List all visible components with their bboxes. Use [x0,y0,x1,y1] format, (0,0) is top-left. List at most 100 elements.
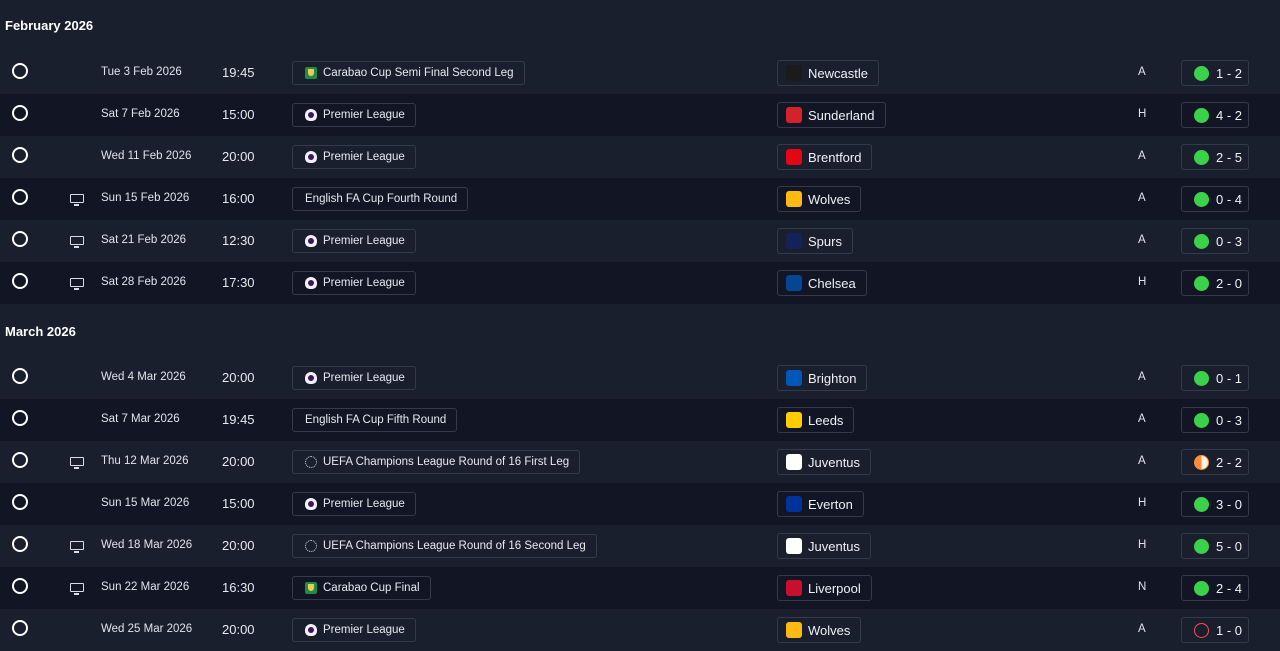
opponent-button[interactable]: Leeds [777,407,855,433]
venue: H [1138,276,1147,288]
fixture-time: 17:30 [222,275,255,290]
premier-league-icon [305,109,317,121]
result-draw-icon [1194,454,1209,470]
status-circle-icon[interactable] [12,273,28,289]
status-circle-icon[interactable] [12,368,28,384]
fixture-date: Wed 18 Mar 2026 [101,539,193,551]
venue: A [1138,455,1146,467]
competition-badge[interactable]: UEFA Champions League Round of 16 Second… [292,534,597,558]
carabao-cup-icon [305,67,317,79]
status-circle-icon[interactable] [12,536,28,552]
fixture-time: 19:45 [222,65,255,80]
venue: A [1138,413,1146,425]
opponent-button[interactable]: Liverpool [777,575,872,601]
result-button[interactable]: 1 - 0 [1181,617,1249,643]
competition-badge[interactable]: Premier League [292,229,416,253]
premier-league-icon [305,372,317,384]
tv-icon [70,541,84,553]
fixture-date: Sat 21 Feb 2026 [101,234,187,246]
result-button[interactable]: 5 - 0 [1181,533,1249,559]
fixture-row[interactable]: Sun 15 Feb 2026 16:00 English FA Cup Fourt… [0,178,1280,220]
fixture-time: 15:00 [222,107,255,122]
fixture-row[interactable]: Tue 3 Feb 2026 19:45 Carabao Cup Semi Fina… [0,52,1280,94]
score: 0 - 3 [1216,233,1243,249]
competition-badge[interactable]: Premier League [292,366,416,390]
result-button[interactable]: 2 - 5 [1181,144,1249,170]
result-win-icon [1194,580,1209,596]
opponent-button[interactable]: Chelsea [777,270,867,296]
opponent-button[interactable]: Brentford [777,144,873,170]
status-circle-icon[interactable] [12,63,28,79]
opponent-name: Liverpool [808,580,861,596]
competition-badge[interactable]: Premier League [292,145,416,169]
competition-badge[interactable]: English FA Cup Fifth Round [292,408,458,432]
fixture-row[interactable]: Sat 21 Feb 2026 12:30 Premier League Spurs… [0,220,1280,262]
opponent-button[interactable]: Everton [777,491,864,517]
fixture-row[interactable]: Wed 25 Mar 2026 20:00 Premier League Wolve… [0,609,1280,651]
competition-badge[interactable]: Carabao Cup Final [292,576,431,600]
opponent-button[interactable]: Wolves [777,186,862,212]
result-win-icon [1194,149,1209,165]
opponent-button[interactable]: Newcastle [777,60,879,86]
competition-badge[interactable]: Premier League [292,492,416,516]
fixture-row[interactable]: Sat 7 Mar 2026 19:45 English FA Cup Fifth … [0,399,1280,441]
competition-badge[interactable]: Premier League [292,271,416,295]
fixture-date: Wed 4 Mar 2026 [101,371,186,383]
result-button[interactable]: 0 - 3 [1181,228,1249,254]
venue: A [1138,150,1146,162]
result-button[interactable]: 0 - 3 [1181,407,1249,433]
result-button[interactable]: 0 - 4 [1181,186,1249,212]
fixture-time: 20:00 [222,454,255,469]
result-button[interactable]: 0 - 1 [1181,365,1249,391]
competition-name: Premier League [323,498,405,510]
venue: A [1138,623,1146,635]
competition-badge[interactable]: UEFA Champions League Round of 16 First … [292,450,581,474]
result-button[interactable]: 1 - 2 [1181,60,1249,86]
status-circle-icon[interactable] [12,231,28,247]
competition-badge[interactable]: Premier League [292,103,416,127]
club-crest-icon [786,370,802,386]
opponent-button[interactable]: Juventus [777,449,872,475]
status-circle-icon[interactable] [12,189,28,205]
opponent-button[interactable]: Spurs [777,228,853,254]
opponent-name: Chelsea [808,275,856,291]
score: 1 - 2 [1216,65,1243,81]
fixture-row[interactable]: Sat 28 Feb 2026 17:30 Premier League Chels… [0,262,1280,304]
status-circle-icon[interactable] [12,578,28,594]
status-circle-icon[interactable] [12,494,28,510]
venue: H [1138,497,1147,509]
fixture-row[interactable]: Wed 11 Feb 2026 20:00 Premier League Brent… [0,136,1280,178]
fixture-row[interactable]: Sat 7 Feb 2026 15:00 Premier League Sunder… [0,94,1280,136]
competition-badge[interactable]: English FA Cup Fourth Round [292,187,469,211]
competition-badge[interactable]: Premier League [292,618,416,642]
fixture-row[interactable]: Sun 22 Mar 2026 16:30 Carabao Cup Final Li… [0,567,1280,609]
fixture-row[interactable]: Sun 15 Mar 2026 15:00 Premier League Evert… [0,483,1280,525]
opponent-button[interactable]: Wolves [777,617,862,643]
status-circle-icon[interactable] [12,620,28,636]
opponent-name: Sunderland [808,107,875,123]
club-crest-icon [786,191,802,207]
competition-name: Premier League [323,624,405,636]
opponent-button[interactable]: Sunderland [777,102,886,128]
opponent-button[interactable]: Brighton [777,365,868,391]
status-circle-icon[interactable] [12,105,28,121]
result-button[interactable]: 3 - 0 [1181,491,1249,517]
fixture-date: Sat 7 Feb 2026 [101,108,180,120]
venue: H [1138,108,1147,120]
opponent-button[interactable]: Juventus [777,533,872,559]
status-circle-icon[interactable] [12,452,28,468]
fixture-row[interactable]: Wed 18 Mar 2026 20:00 UEFA Champions Leagu… [0,525,1280,567]
club-crest-icon [786,580,802,596]
fixture-date: Tue 3 Feb 2026 [101,66,182,78]
result-button[interactable]: 2 - 4 [1181,575,1249,601]
result-button[interactable]: 2 - 2 [1181,449,1249,475]
fixture-row[interactable]: Thu 12 Mar 2026 20:00 UEFA Champions Leagu… [0,441,1280,483]
result-button[interactable]: 4 - 2 [1181,102,1249,128]
competition-name: Premier League [323,277,405,289]
status-circle-icon[interactable] [12,147,28,163]
result-button[interactable]: 2 - 0 [1181,270,1249,296]
status-circle-icon[interactable] [12,410,28,426]
carabao-cup-icon [305,582,317,594]
fixture-row[interactable]: Wed 4 Mar 2026 20:00 Premier League Bright… [0,357,1280,399]
competition-badge[interactable]: Carabao Cup Semi Final Second Leg [292,61,525,85]
